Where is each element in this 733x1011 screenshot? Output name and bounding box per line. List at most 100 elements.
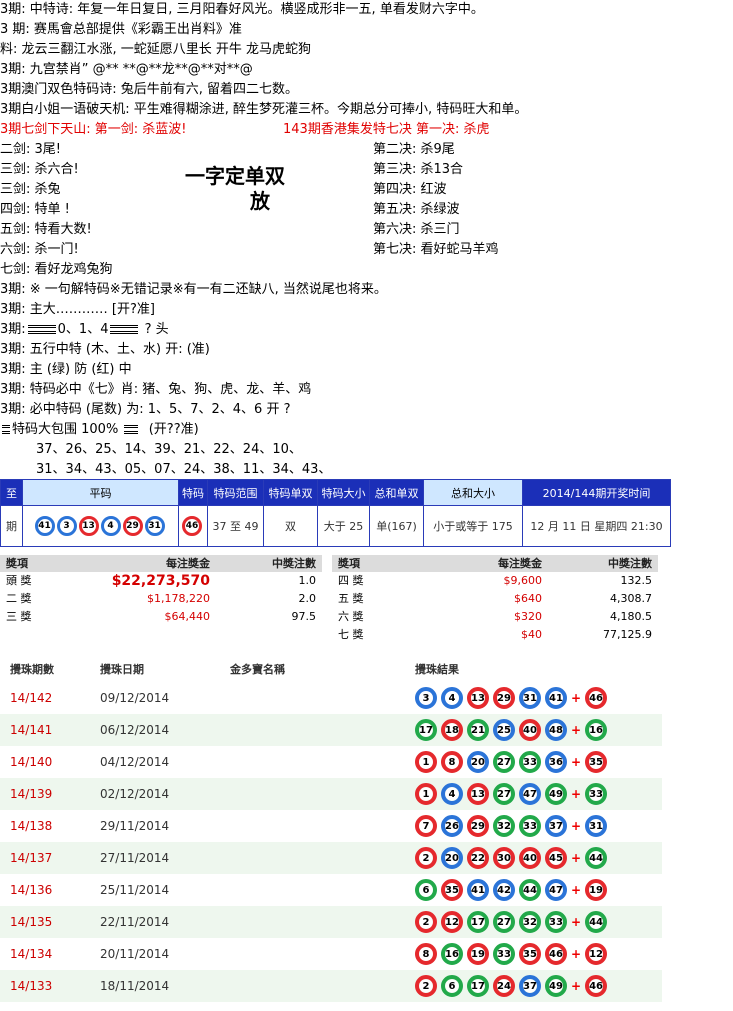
coverage-numbers-2: 31、34、43、05、07、24、38、11、34、43、 xyxy=(36,462,332,477)
sum-big-small-cell: 小于或等于 175 xyxy=(423,505,523,547)
sword-3b: 三剑: 杀兔 xyxy=(0,182,61,197)
lottery-ball: 12 xyxy=(441,911,463,933)
prize-name: 六 獎 xyxy=(338,610,364,623)
history-period[interactable]: 14/136 xyxy=(0,883,100,897)
odd-even-title: 一字定单双 xyxy=(185,164,285,188)
lottery-ball: 3 xyxy=(415,687,437,709)
head-values: 0、1、4 xyxy=(57,322,109,337)
lottery-ball: 8 xyxy=(441,751,463,773)
plus-sign: + xyxy=(571,915,582,929)
history-period[interactable]: 14/134 xyxy=(0,947,100,961)
lottery-ball: 2 xyxy=(415,847,437,869)
line-seven-decisions: 143期香港集发特七决 第一决: 杀虎 xyxy=(283,122,490,137)
lottery-ball: 35 xyxy=(441,879,463,901)
lottery-ball: 17 xyxy=(415,719,437,741)
lottery-ball: 29 xyxy=(467,815,489,837)
prize-count: 4,180.5 xyxy=(610,610,652,623)
coverage-suffix: (开??准) xyxy=(148,422,199,437)
history-period[interactable]: 14/138 xyxy=(0,819,100,833)
plus-sign: + xyxy=(571,979,582,993)
prize-col-count: 中獎注數 xyxy=(272,557,316,570)
lottery-ball: 31 xyxy=(144,516,165,536)
draw-result-table: 至 平码 特码 特码范围 特码单双 特码大小 总和单双 总和大小 2014/14… xyxy=(0,479,671,547)
prize-header: 獎項 每注獎金 中獎注數 xyxy=(0,555,322,572)
line-main-big: 3期: 主大………… [开?准] xyxy=(0,302,155,317)
lottery-ball: 47 xyxy=(545,879,567,901)
lottery-ball: 44 xyxy=(585,847,608,869)
prize-money: $640 xyxy=(514,592,542,605)
history-balls: 17 18 21 25 40 48 +16 xyxy=(415,719,611,741)
history-col-result: 攪珠結果 xyxy=(415,663,459,676)
history-period[interactable]: 14/140 xyxy=(0,755,100,769)
lottery-ball: 35 xyxy=(519,943,541,965)
lottery-ball: 6 xyxy=(415,879,437,901)
history-period[interactable]: 14/133 xyxy=(0,979,100,993)
history-row: 14/136 25/11/2014 6 35 41 42 44 47 +19 xyxy=(0,874,662,906)
lottery-ball: 4 xyxy=(441,783,463,805)
header-cell: 特码大小 xyxy=(317,479,370,506)
lottery-ball: 13 xyxy=(78,516,99,536)
history-date: 06/12/2014 xyxy=(100,723,170,737)
line-five-elements: 3期: 五行中特 (木、土、水) 开: (准) xyxy=(0,342,210,357)
history-row: 14/139 02/12/2014 1 4 13 27 47 49 +33 xyxy=(0,778,662,810)
plus-sign: + xyxy=(571,851,582,865)
lottery-ball: 2 xyxy=(415,911,437,933)
lottery-ball: 35 xyxy=(585,751,608,773)
prize-count: 2.0 xyxy=(298,592,317,605)
lottery-ball: 32 xyxy=(519,911,541,933)
lottery-ball: 1 xyxy=(415,783,437,805)
lottery-ball: 19 xyxy=(585,879,608,901)
history-row: 14/140 04/12/2014 1 8 20 27 33 36 +35 xyxy=(0,746,662,778)
prize-name: 四 獎 xyxy=(338,574,364,587)
plus-sign: + xyxy=(571,787,582,801)
lottery-ball: 41 xyxy=(467,879,489,901)
prize-table-left: 獎項 每注獎金 中獎注數 頭 獎 $22,273,570 1.0 二 獎 $1,178,… xyxy=(0,555,322,626)
prize-money: $22,273,570 xyxy=(111,573,210,589)
sum-odd-even-cell: 单(167) xyxy=(369,505,424,547)
normal-balls-cell: 41 3 13 4 29 31 xyxy=(22,505,179,547)
lottery-ball: 27 xyxy=(493,751,515,773)
prize-row: 四 獎 $9,600 132.5 xyxy=(332,572,658,590)
head-prefix: 3期: xyxy=(0,322,26,337)
bar-decoration xyxy=(2,425,10,434)
big-small-cell: 大于 25 xyxy=(317,505,370,547)
history-period[interactable]: 14/142 xyxy=(0,691,100,705)
prize-row: 三 獎 $64,440 97.5 xyxy=(0,608,322,626)
sword-4: 四剑: 特单 ! xyxy=(0,202,70,217)
lottery-ball: 29 xyxy=(493,687,515,709)
prize-table-right: 獎項 每注獎金 中獎注數 四 獎 $9,600 132.5 五 獎 $640 4,308.… xyxy=(332,555,658,644)
prize-header: 獎項 每注獎金 中獎注數 xyxy=(332,555,658,572)
lottery-ball: 33 xyxy=(585,783,608,805)
lottery-ball: 6 xyxy=(441,975,463,997)
line-miss-bai: 3期白小姐一语破天机: 平生难得糊涂进, 醉生梦死灌三杯。今期总分可捧小, 特码… xyxy=(0,102,528,117)
history-period[interactable]: 14/139 xyxy=(0,787,100,801)
lottery-ball: 27 xyxy=(493,911,515,933)
history-header: 攪珠期數 攪珠日期 金多寶名稱 攪珠結果 xyxy=(0,658,662,682)
line-green-red: 3期: 主 (绿) 防 (红) 中 xyxy=(0,362,132,377)
plus-sign: + xyxy=(571,691,582,705)
decision-6: 第六决: 杀三门 xyxy=(373,222,460,237)
row-label: 期 xyxy=(0,505,23,547)
history-period[interactable]: 14/141 xyxy=(0,723,100,737)
lottery-ball: 44 xyxy=(585,911,608,933)
line-seven-swords: 3期七剑下天山: 第一剑: 杀蓝波! xyxy=(0,122,187,137)
decision-5: 第五决: 杀绿波 xyxy=(373,202,460,217)
lottery-ball: 47 xyxy=(519,783,541,805)
history-period[interactable]: 14/137 xyxy=(0,851,100,865)
lottery-ball: 12 xyxy=(585,943,608,965)
lottery-ball: 13 xyxy=(467,783,489,805)
lottery-ball: 17 xyxy=(467,975,489,997)
draw-history: 攪珠期數 攪珠日期 金多寶名稱 攪珠結果 14/142 09/12/2014 3 4 1… xyxy=(0,658,662,1002)
history-row: 14/137 27/11/2014 2 20 22 30 40 45 +44 xyxy=(0,842,662,874)
lottery-ball: 8 xyxy=(415,943,437,965)
history-row: 14/135 22/11/2014 2 12 17 27 32 33 +44 xyxy=(0,906,662,938)
prize-count: 4,308.7 xyxy=(610,592,652,605)
draw-time-cell: 12 月 11 日 星期四 21:30 xyxy=(522,505,671,547)
history-period[interactable]: 14/135 xyxy=(0,915,100,929)
lottery-ball: 48 xyxy=(545,719,567,741)
history-balls: 6 35 41 42 44 47 +19 xyxy=(415,879,611,901)
history-balls: 7 26 29 32 33 37 +31 xyxy=(415,815,611,837)
lottery-ball: 25 xyxy=(493,719,515,741)
header-cell: 平码 xyxy=(22,479,179,506)
release-title: 放 xyxy=(250,189,270,213)
